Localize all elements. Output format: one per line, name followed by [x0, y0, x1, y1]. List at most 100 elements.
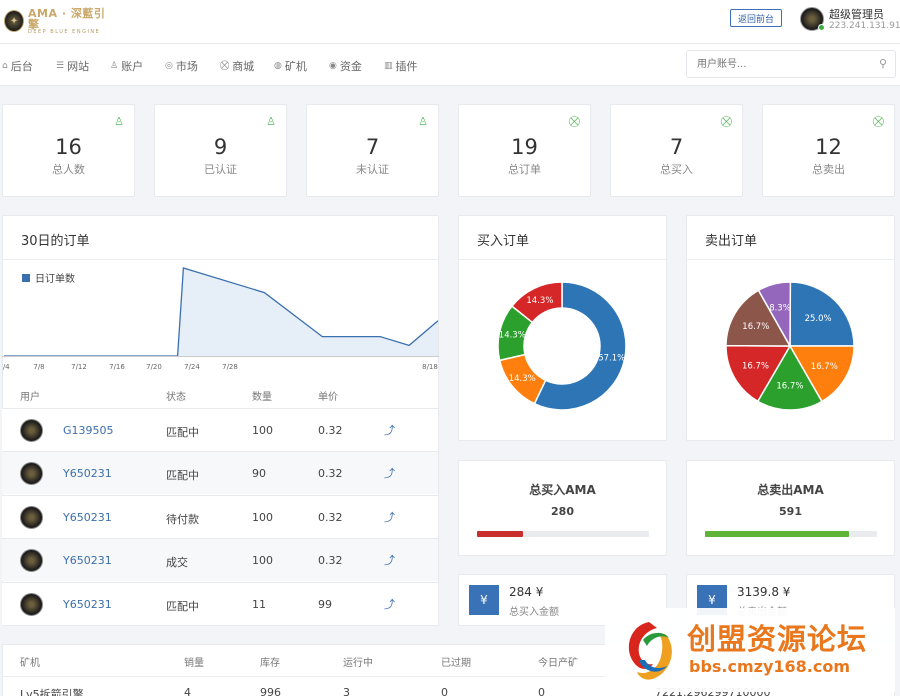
- admin-name[interactable]: 超级管理员: [829, 6, 884, 22]
- nav-label: 商城: [232, 60, 255, 73]
- nav-item-1[interactable]: ☰ 网站: [56, 58, 89, 74]
- table-header: 状态: [166, 392, 186, 403]
- x-tick-label: 7/20: [146, 363, 162, 371]
- user-link[interactable]: Y650231: [63, 598, 112, 611]
- user-link[interactable]: G139505: [63, 424, 114, 437]
- table-row: G139505 匹配中 100 0.32 ⤴: [2, 408, 438, 451]
- orders-line-chart: 日订单数 7/4 7/8 7/12 7/16 7/20 7/24 7/28 8/18: [2, 267, 439, 371]
- brand-name: AMA · 深藍引擎: [28, 6, 106, 31]
- yen-icon: ¥: [469, 585, 499, 615]
- nav-item-5[interactable]: ◍ 矿机: [274, 58, 307, 74]
- price-text: 0.32: [318, 467, 343, 481]
- status-text: 匹配中: [166, 469, 199, 483]
- action-arrow-icon[interactable]: ⤴: [384, 465, 395, 481]
- search-input[interactable]: [687, 51, 857, 77]
- watermark-title: 创盟资源论坛: [687, 622, 868, 656]
- stat-label: 总卖出: [812, 163, 845, 176]
- nav-item-3[interactable]: ◎ 市场: [165, 58, 198, 74]
- sell-orders-pie-chart: 25.0%16.7%16.7%16.7%16.7%8.3%: [725, 281, 855, 411]
- nav-label: 网站: [67, 60, 90, 73]
- avatar: [20, 549, 43, 573]
- nav-icon: ◉: [329, 61, 337, 71]
- user-link[interactable]: Y650231: [63, 511, 112, 524]
- user-icon: ♙: [114, 115, 124, 128]
- stat-card-2[interactable]: ♙ 7 未认证: [306, 104, 439, 197]
- action-arrow-icon[interactable]: ⤴: [384, 552, 395, 568]
- price-text: 99: [318, 597, 332, 611]
- nav-item-4[interactable]: ⛒ 商城: [220, 58, 254, 74]
- slice-label: 8.3%: [769, 304, 791, 314]
- avatar: [20, 505, 43, 529]
- table-row: Y650231 成交 100 0.32 ⤴: [2, 538, 438, 582]
- nav-item-2[interactable]: ♙ 账户: [110, 58, 143, 74]
- nav-icon: ◍: [274, 61, 282, 71]
- brand-logo[interactable]: ✦ AMA · 深藍引擎 DEEP BLUE ENGINE: [4, 6, 108, 36]
- action-arrow-icon[interactable]: ⤴: [384, 509, 395, 525]
- miner-header: 今日产矿: [538, 658, 578, 669]
- total-sell-label: 总卖出AMA: [757, 483, 824, 497]
- total-sell-card: 总卖出AMA 591: [686, 460, 895, 556]
- action-arrow-icon[interactable]: ⤴: [384, 596, 395, 612]
- price-text: 0.32: [318, 424, 343, 437]
- cart-icon: ⛒: [568, 115, 580, 128]
- qty-text: 100: [252, 554, 273, 568]
- action-arrow-icon[interactable]: ⤴: [384, 422, 395, 438]
- cart-icon: ⛒: [872, 115, 884, 128]
- legend-label: 日订单数: [35, 272, 75, 285]
- watermark-url: bbs.cmzy168.com: [689, 657, 851, 676]
- user-link[interactable]: Y650231: [63, 554, 112, 567]
- stat-card-1[interactable]: ♙ 9 已认证: [154, 104, 287, 197]
- miner-header: 运行中: [343, 658, 373, 669]
- user-icon: ♙: [418, 115, 428, 128]
- stat-value: 12: [815, 135, 842, 159]
- nav-label: 账户: [121, 60, 144, 73]
- table-row: Y650231 匹配中 90 0.32 ⤴: [2, 451, 438, 495]
- stat-card-0[interactable]: ♙ 16 总人数: [2, 104, 135, 197]
- slice-label: 14.3%: [499, 331, 526, 341]
- back-to-frontend-button[interactable]: 返回前台: [730, 9, 782, 27]
- total-buy-label: 总买入AMA: [529, 483, 596, 497]
- status-text: 成交: [166, 556, 188, 570]
- nav-label: 后台: [10, 60, 33, 73]
- status-text: 匹配中: [166, 426, 199, 439]
- x-tick-label: 7/8: [33, 363, 44, 371]
- nav-item-0[interactable]: ⌂ 后台: [2, 58, 33, 74]
- table-header: 单价: [318, 392, 338, 403]
- stat-value: 9: [213, 135, 228, 159]
- user-link[interactable]: Y650231: [63, 467, 112, 480]
- slice-label: 16.7%: [776, 382, 803, 392]
- nav-icon: ◎: [165, 61, 173, 71]
- status-text: 匹配中: [166, 599, 199, 613]
- nav-icon: ⌂: [2, 61, 8, 71]
- progress-fill: [705, 531, 850, 537]
- qty-text: 11: [252, 597, 266, 611]
- stat-card-3[interactable]: ⛒ 19 总订单: [458, 104, 591, 197]
- price-text: 0.32: [318, 554, 343, 568]
- nav-label: 市场: [175, 60, 198, 73]
- buy-amount-label: 总买入金额: [509, 607, 559, 618]
- nav-item-6[interactable]: ◉ 资金: [329, 58, 362, 74]
- watermark: 创盟资源论坛 bbs.cmzy168.com: [605, 608, 895, 692]
- miner-cell: 996: [260, 686, 281, 696]
- table-row: Y650231 匹配中 11 99 ⤴: [2, 581, 438, 625]
- total-sell-progress: [705, 531, 877, 537]
- qty-text: 100: [252, 424, 273, 437]
- stat-card-4[interactable]: ⛒ 7 总买入: [610, 104, 743, 197]
- sell-amount-value: 3139.8 ¥: [737, 585, 791, 599]
- slice-label: 16.7%: [742, 322, 769, 332]
- user-search-box: ⚲: [686, 50, 896, 78]
- miner-header: 库存: [260, 658, 280, 669]
- panel-title: 30日的订单: [21, 234, 90, 249]
- stat-value: 7: [669, 135, 684, 159]
- miner-header: 销量: [184, 658, 204, 669]
- slice-label: 14.3%: [526, 296, 553, 306]
- nav-icon: ☰: [56, 61, 65, 71]
- nav-item-7[interactable]: ▥ 插件: [384, 58, 418, 74]
- x-tick-label: 7/16: [109, 363, 125, 371]
- stat-card-5[interactable]: ⛒ 12 总卖出: [762, 104, 895, 197]
- buy-orders-donut-chart: 57.1% 14.3% 14.3% 14.3%: [497, 281, 627, 411]
- total-buy-progress: [477, 531, 649, 537]
- slice-label: 14.3%: [509, 374, 536, 384]
- miner-header: 矿机: [20, 658, 40, 669]
- search-icon[interactable]: ⚲: [879, 57, 887, 70]
